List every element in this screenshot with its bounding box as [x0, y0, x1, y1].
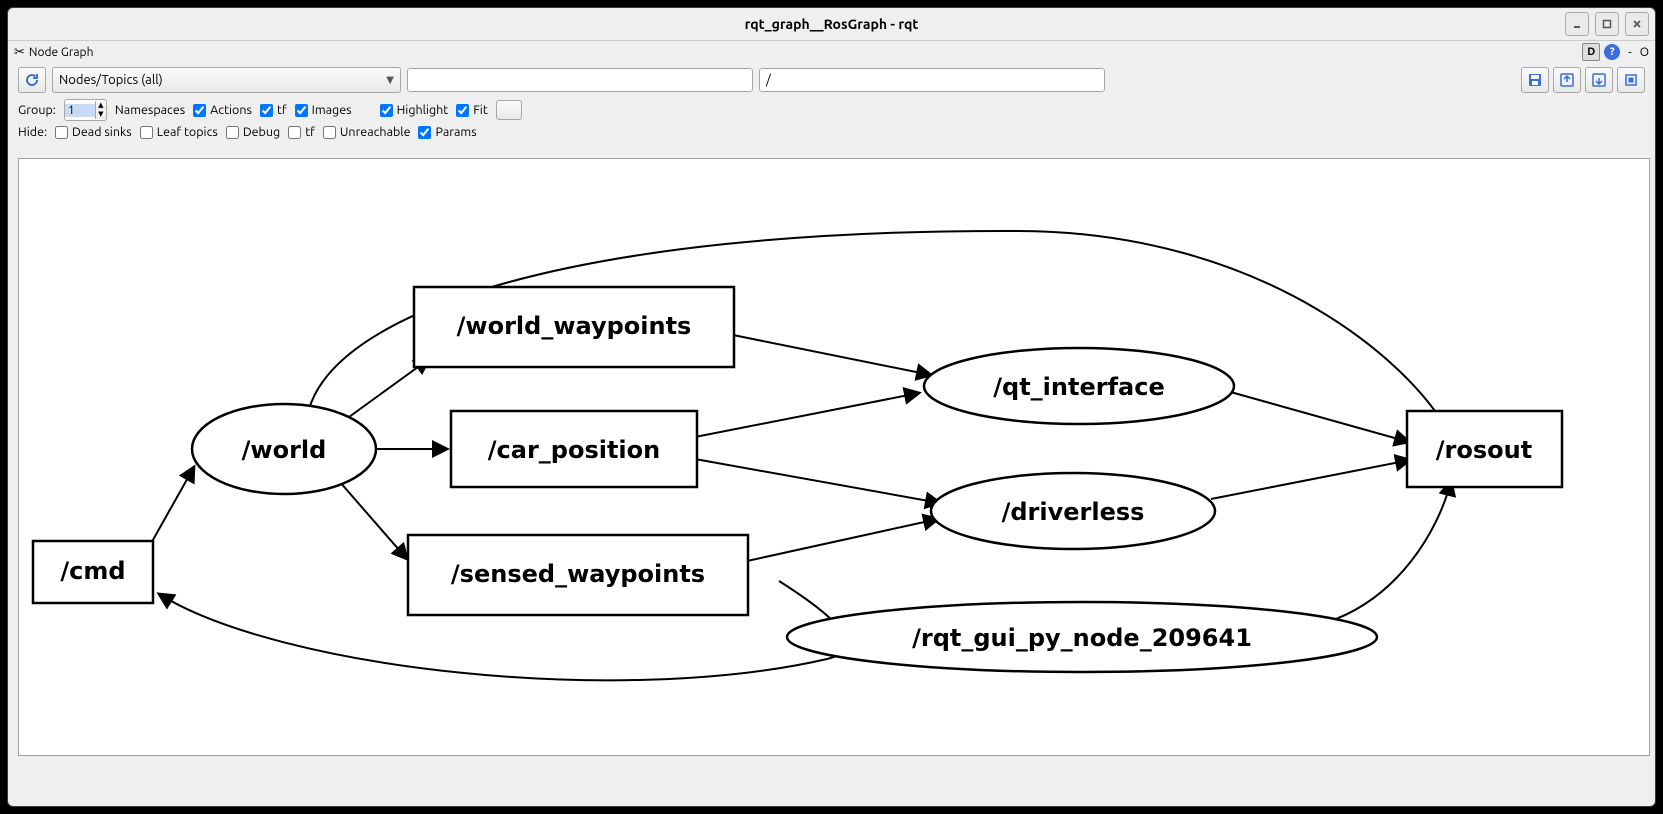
node-rqt-gui[interactable]: /rqt_gui_py_node_209641 [787, 602, 1377, 672]
load-button[interactable] [1553, 67, 1581, 93]
fit-label: Fit [473, 103, 488, 117]
unreachable-checkbox[interactable] [323, 126, 336, 139]
maximize-button[interactable] [1595, 12, 1619, 36]
edge-qt-rosout [1227, 391, 1409, 442]
group-spinner[interactable]: ▲▼ [64, 99, 107, 121]
edge-driverless-rosout [1211, 460, 1410, 499]
dock-dash-button[interactable]: - [1624, 46, 1635, 59]
svg-text:/sensed_waypoints: /sensed_waypoints [451, 560, 705, 588]
hide-label: Hide: [18, 125, 47, 139]
svg-text:/driverless: /driverless [1002, 498, 1145, 526]
save-button[interactable] [1521, 67, 1549, 93]
topic-world-waypoints[interactable]: /world_waypoints [414, 287, 734, 367]
svg-text:/rosout: /rosout [1436, 436, 1532, 464]
images-checkbox[interactable] [295, 104, 308, 117]
fit-checkbox[interactable] [456, 104, 469, 117]
actions-checkbox[interactable] [193, 104, 206, 117]
tf-group-checkbox[interactable] [260, 104, 273, 117]
chevron-down-icon: ▼ [386, 74, 394, 86]
highlight-label: Highlight [397, 103, 449, 117]
edge-wwp-qt [733, 335, 931, 375]
leaftopics-label: Leaf topics [157, 125, 218, 139]
actions-label: Actions [210, 103, 252, 117]
topic-sensed-waypoints[interactable]: /sensed_waypoints [408, 535, 748, 615]
debug-checkbox[interactable] [226, 126, 239, 139]
edge-cpos-driverless [695, 459, 940, 503]
graph-canvas[interactable]: /cmd /world_waypoints /car_position /sen… [18, 158, 1650, 756]
svg-text:/qt_interface: /qt_interface [993, 373, 1164, 401]
dock-title: Node Graph [29, 46, 94, 59]
tf-group-label: tf [277, 103, 287, 117]
export-button[interactable] [1585, 67, 1613, 93]
svg-text:/cmd: /cmd [60, 557, 125, 585]
deadsinks-label: Dead sinks [72, 125, 132, 139]
tf-hide-checkbox[interactable] [288, 126, 301, 139]
help-button[interactable]: ? [1604, 44, 1620, 60]
topic-cmd[interactable]: /cmd [33, 541, 153, 603]
svg-text:/car_position: /car_position [488, 436, 660, 464]
svg-text:/world: /world [242, 436, 327, 464]
debug-label: Debug [243, 125, 280, 139]
view-mode-dropdown[interactable]: Nodes/Topics (all) ▼ [52, 67, 401, 93]
leaftopics-checkbox[interactable] [140, 126, 153, 139]
window-title: rqt_graph__RosGraph - rqt [8, 16, 1655, 32]
topic-rosout[interactable]: /rosout [1407, 411, 1562, 487]
deadsinks-checkbox[interactable] [55, 126, 68, 139]
dropdown-label: Nodes/Topics (all) [59, 73, 163, 87]
node-filter-input[interactable] [407, 68, 753, 92]
group-label: Group: [18, 103, 56, 117]
topic-filter-input[interactable] [759, 68, 1105, 92]
edge-swp-driverless [747, 519, 938, 561]
node-driverless[interactable]: /driverless [931, 473, 1215, 549]
svg-text:/rqt_gui_py_node_209641: /rqt_gui_py_node_209641 [912, 624, 1252, 652]
group-spinner-value[interactable] [65, 104, 95, 117]
tf-hide-label: tf [305, 125, 315, 139]
topic-car-position[interactable]: /car_position [451, 411, 697, 487]
minimize-button[interactable] [1565, 12, 1589, 36]
edge-rqtgui-rosout [1325, 481, 1451, 623]
namespaces-label: Namespaces [115, 103, 185, 117]
fit-view-button[interactable] [1617, 67, 1645, 93]
params-label: Params [435, 125, 476, 139]
edge-world-swp [339, 481, 407, 559]
edge-cpos-qt [695, 393, 919, 437]
node-qt-interface[interactable]: /qt_interface [924, 348, 1234, 424]
refresh-button[interactable] [18, 67, 46, 93]
dock-undock-button[interactable]: O [1640, 46, 1649, 59]
highlight-checkbox[interactable] [380, 104, 393, 117]
node-world[interactable]: /world [192, 404, 376, 494]
unreachable-label: Unreachable [340, 125, 411, 139]
spin-down-icon[interactable]: ▼ [96, 110, 106, 119]
svg-text:/world_waypoints: /world_waypoints [457, 312, 692, 340]
params-checkbox[interactable] [418, 126, 431, 139]
scissors-icon: ✂ [14, 45, 25, 60]
images-label: Images [312, 103, 352, 117]
spin-up-icon[interactable]: ▲ [96, 101, 106, 110]
close-button[interactable] [1625, 12, 1649, 36]
color-swatch[interactable] [496, 100, 522, 120]
dock-d-button[interactable]: D [1582, 43, 1600, 61]
